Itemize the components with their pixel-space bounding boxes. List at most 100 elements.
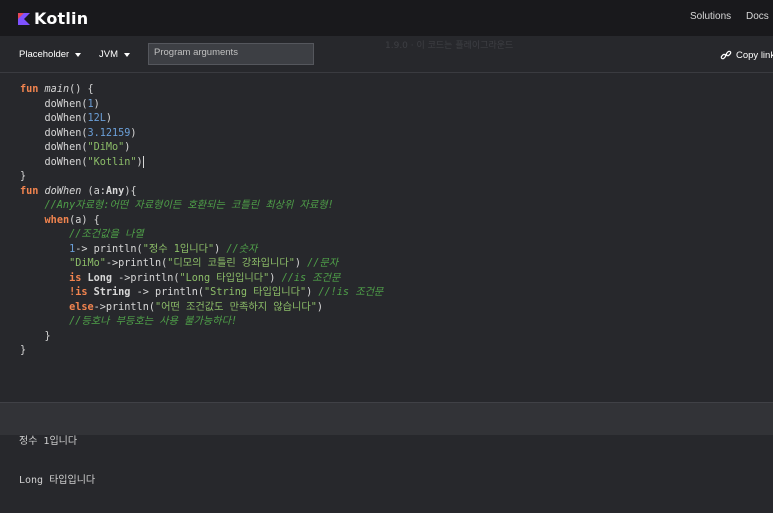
kotlin-logo[interactable]: Kotlin [18, 9, 88, 28]
code-line: } [20, 170, 383, 185]
code-token: when [44, 214, 70, 226]
code-token: () { [69, 84, 94, 95]
code-token: "DiMo" [69, 258, 106, 269]
code-token: doWhen( [20, 156, 88, 168]
code-line: when(a) { [20, 214, 383, 229]
code-token: //Any자료형:어떤 자료형이든 호환되는 코틀린 최상위 자료형! [20, 200, 334, 211]
brand-name: Kotlin [34, 9, 89, 28]
code-token: doWhen( [20, 127, 88, 139]
code-line: is Long ->println("Long 타입입니다") //is 조건문 [20, 272, 383, 287]
code-token: ->println( [93, 301, 155, 313]
code-line: "DiMo"->println("디모의 코틀린 강좌입니다") //문자 [20, 257, 383, 272]
code-token: -> println( [130, 287, 205, 298]
code-token: ){ [124, 185, 137, 197]
code-editor[interactable]: fun main() { doWhen(1) doWhen(12L) doWhe… [0, 74, 773, 402]
code-token: ->println( [105, 258, 168, 269]
top-navigation: Kotlin Solutions Docs [0, 0, 773, 36]
code-area[interactable]: fun main() { doWhen(1) doWhen(12L) doWhe… [20, 83, 383, 359]
code-token: String [93, 287, 131, 298]
code-token: "String 타입입니다" [204, 287, 307, 298]
nav-link-docs[interactable]: Docs [746, 11, 769, 22]
code-token: "디모의 코틀린 강좌입니다" [167, 258, 295, 269]
code-token: ) [124, 142, 131, 153]
code-token: ) [93, 98, 100, 110]
code-token: -> println( [75, 243, 143, 255]
code-line: fun main() { [20, 83, 383, 98]
version-label: Placeholder [19, 49, 70, 60]
code-line: !is String -> println("String 타입입니다") //… [20, 286, 383, 301]
nav-link-solutions[interactable]: Solutions [690, 11, 731, 22]
code-token: //문자 [307, 258, 339, 269]
code-token: 12L [87, 113, 106, 124]
link-icon [720, 50, 732, 60]
code-token: (a) { [69, 214, 100, 226]
kotlin-logo-icon [18, 12, 30, 25]
text-cursor [142, 155, 144, 168]
code-token: } [20, 171, 27, 182]
code-line: doWhen(1) [20, 98, 383, 113]
code-line: //등호나 부등호는 사용 불가능하다! [20, 315, 383, 330]
code-line: fun doWhen (a:Any){ [20, 185, 383, 200]
version-dropdown[interactable]: Placeholder [19, 49, 82, 60]
faded-header-text: 1.9.0 · 이 코드는 플레이그라운드 [385, 41, 514, 51]
code-line: } [20, 344, 383, 359]
code-token: doWhen( [20, 142, 88, 153]
output-line: 정수 1입니다 [19, 436, 78, 447]
code-token: fun [20, 185, 45, 197]
code-token: "어떤 조건값도 만족하지 않습니다" [154, 301, 317, 313]
copy-link-button[interactable]: Copy link [720, 49, 773, 61]
code-token: //!is 조건문 [318, 287, 384, 298]
code-token: doWhen( [20, 113, 88, 124]
code-line: //Any자료형:어떤 자료형이든 호환되는 코틀린 최상위 자료형! [20, 199, 383, 214]
playground-toolbar: Placeholder JVM Program arguments 1.9.0 … [0, 36, 773, 73]
code-token: //is 조건문 [281, 272, 341, 284]
code-token: ) [269, 272, 282, 284]
code-line: else->println("어떤 조건값도 만족하지 않습니다") [20, 301, 383, 316]
code-token: (a: [81, 185, 106, 197]
code-token: Any [105, 185, 125, 197]
code-line: doWhen(12L) [20, 112, 383, 127]
code-token: is [69, 272, 88, 284]
code-token: main [44, 84, 70, 95]
code-line: } [20, 330, 383, 345]
code-token: 3.12159 [87, 127, 131, 139]
code-token: "Long 타입입니다" [179, 272, 270, 284]
code-token: else [69, 301, 94, 313]
code-token: fun [20, 84, 45, 95]
code-token: "정수 1입니다" [142, 243, 215, 255]
code-token: "Kotlin" [87, 156, 137, 168]
output-text: 정수 1입니다 Long 타입입니다 [19, 409, 95, 513]
code-token: //조건값을 나열 [20, 229, 144, 240]
code-line: doWhen("DiMo") [20, 141, 383, 156]
code-token: ) [316, 301, 323, 313]
code-line: doWhen("Kotlin") [20, 155, 383, 171]
code-token: ) [105, 113, 113, 124]
code-token: //등호나 부등호는 사용 불가능하다! [20, 316, 238, 327]
code-token: } [20, 345, 27, 356]
code-token: doWhen [44, 185, 82, 197]
copy-link-label: Copy link [736, 49, 773, 61]
caret-down-icon [124, 53, 130, 57]
code-token: Long [87, 272, 113, 284]
caret-down-icon [75, 53, 82, 57]
code-token: ->println( [112, 272, 180, 284]
code-token: "DiMo" [87, 142, 125, 153]
code-token: //숫자 [226, 243, 258, 255]
code-token: } [20, 330, 51, 342]
code-line: doWhen(3.12159) [20, 127, 383, 142]
code-token: doWhen( [20, 98, 88, 110]
program-arguments-input[interactable]: Program arguments [148, 43, 314, 65]
code-token: ) [306, 287, 319, 298]
code-token: ) [294, 258, 308, 269]
code-line: 1-> println("정수 1입니다") //숫자 [20, 243, 383, 258]
code-token: ) [214, 243, 227, 255]
target-label: JVM [99, 49, 118, 60]
target-dropdown[interactable]: JVM [99, 49, 130, 60]
code-token: !is [69, 287, 94, 298]
